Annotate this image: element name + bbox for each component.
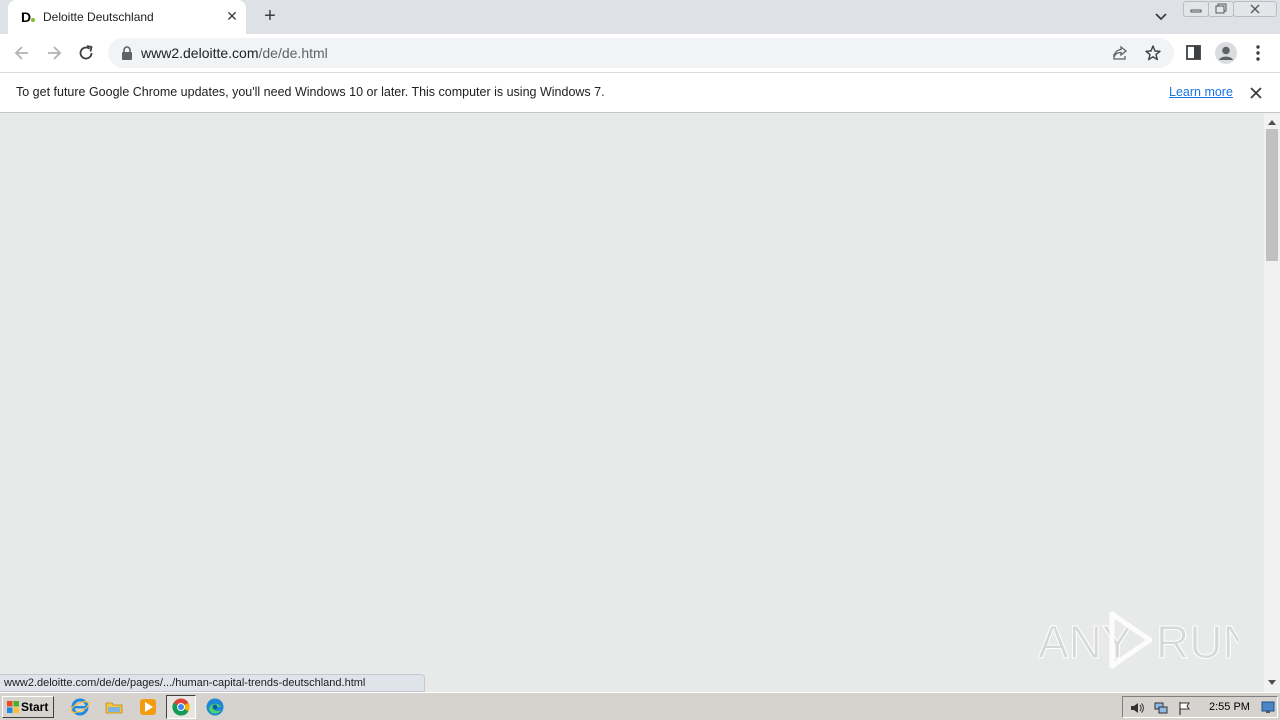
back-icon[interactable] <box>12 43 32 63</box>
show-desktop-icon[interactable] <box>1261 700 1275 714</box>
tab-deloitte[interactable]: D Deloitte Deutschland ✕ <box>8 0 246 34</box>
window-minimize-button[interactable] <box>1183 1 1209 17</box>
chrome-taskbar-button[interactable] <box>166 695 196 719</box>
edge-icon[interactable] <box>205 697 225 717</box>
share-icon[interactable] <box>1112 45 1128 61</box>
system-tray: 2:55 PM <box>1122 696 1278 718</box>
volume-icon[interactable] <box>1129 700 1145 716</box>
network-icon[interactable] <box>1153 700 1169 716</box>
learn-more-link[interactable]: Learn more <box>1169 85 1233 99</box>
flag-icon[interactable] <box>1177 700 1193 716</box>
menu-icon[interactable] <box>1250 43 1266 63</box>
tab-strip: D Deloitte Deutschland ✕ + <box>0 0 1280 34</box>
windows-taskbar: Start 2:55 PM <box>0 692 1280 720</box>
link-status-bubble: www2.deloitte.com/de/de/pages/.../human-… <box>0 674 425 692</box>
media-player-icon[interactable] <box>138 697 158 717</box>
windows-flag-icon <box>7 701 19 713</box>
scroll-up-arrow-icon[interactable] <box>1264 117 1280 127</box>
ie-icon[interactable] <box>70 697 90 717</box>
forward-icon[interactable] <box>44 43 64 63</box>
scroll-thumb[interactable] <box>1266 129 1278 261</box>
deloitte-favicon-icon: D <box>21 9 37 25</box>
side-panel-icon[interactable] <box>1185 44 1203 62</box>
explorer-icon[interactable] <box>104 697 124 717</box>
window-restore-button[interactable] <box>1208 1 1234 17</box>
start-label: Start <box>21 700 49 714</box>
address-bar[interactable]: www2.deloitte.com/de/de.html <box>108 38 1174 68</box>
update-infobar: To get future Google Chrome updates, you… <box>0 72 1280 113</box>
close-icon[interactable] <box>1248 85 1264 101</box>
tab-search-chevron-icon[interactable] <box>1152 8 1170 26</box>
tab-title: Deloitte Deutschland <box>43 10 154 24</box>
profile-icon[interactable] <box>1214 41 1238 65</box>
window-close-button[interactable] <box>1233 1 1277 17</box>
vertical-scrollbar[interactable] <box>1264 113 1280 692</box>
reload-icon[interactable] <box>76 43 96 63</box>
scroll-down-arrow-icon[interactable] <box>1264 678 1280 688</box>
lock-icon[interactable] <box>120 45 134 61</box>
new-tab-button[interactable]: + <box>260 6 280 26</box>
browser-toolbar: www2.deloitte.com/de/de.html <box>0 34 1280 72</box>
infobar-message: To get future Google Chrome updates, you… <box>16 85 605 99</box>
chrome-icon <box>172 698 190 716</box>
watermark-right-text: RUN <box>1156 616 1238 668</box>
url-text[interactable]: www2.deloitte.com/de/de.html <box>141 45 328 61</box>
taskbar-clock[interactable]: 2:55 PM <box>1209 701 1250 713</box>
tab-close-icon[interactable]: ✕ <box>224 8 240 24</box>
start-button[interactable]: Start <box>2 696 54 718</box>
bookmark-star-icon[interactable] <box>1144 44 1162 62</box>
anyrun-watermark-logo: ANY RUN <box>1038 611 1238 669</box>
status-url: www2.deloitte.com/de/de/pages/.../human-… <box>4 677 366 689</box>
page-content <box>0 113 1264 692</box>
